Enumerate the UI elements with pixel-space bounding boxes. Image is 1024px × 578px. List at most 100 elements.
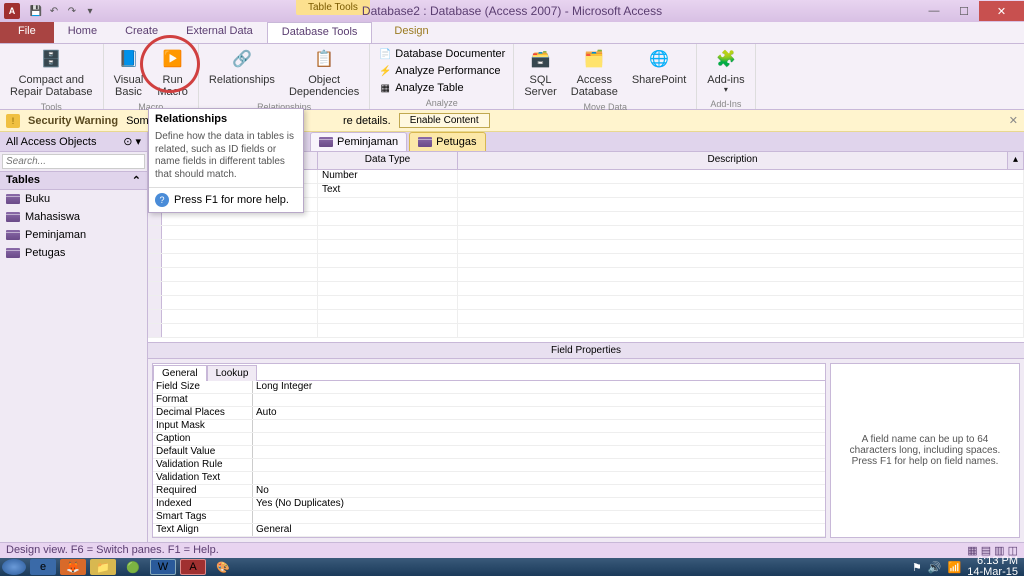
ribbon-tabs: File Home Create External Data Database …	[0, 22, 1024, 44]
prop-row[interactable]: Field SizeLong Integer	[153, 381, 825, 394]
undo-icon[interactable]: ↶	[46, 3, 62, 19]
grid-row[interactable]	[148, 240, 1024, 254]
help-icon: ?	[155, 193, 169, 207]
nav-item-mahasiswa[interactable]: Mahasiswa	[0, 208, 147, 226]
grid-row[interactable]	[148, 310, 1024, 324]
grid-row[interactable]	[148, 268, 1024, 282]
properties-help: A field name can be up to 64 characters …	[830, 363, 1020, 538]
sharepoint-button[interactable]: 🌐SharePoint	[628, 46, 690, 100]
group-label: Analyze	[376, 98, 507, 108]
grid-row[interactable]	[148, 324, 1024, 338]
ribbon-group-relationships: 🔗Relationships 📋Object Dependencies Rela…	[199, 44, 370, 109]
grid-row[interactable]	[148, 296, 1024, 310]
table-icon	[6, 248, 20, 258]
prop-row[interactable]: Default Value	[153, 446, 825, 459]
tab-external-data[interactable]: External Data	[172, 22, 267, 43]
grid-row[interactable]	[148, 226, 1024, 240]
tooltip-help: ?Press F1 for more help.	[149, 187, 303, 212]
close-icon[interactable]: ✕	[1009, 114, 1018, 127]
nav-header[interactable]: All Access Objects⊙ ▾	[0, 132, 147, 152]
nav-section-tables[interactable]: Tables⌃	[0, 171, 147, 190]
tab-design[interactable]: Design	[380, 22, 442, 43]
prop-row[interactable]: Validation Rule	[153, 459, 825, 472]
qat-dropdown-icon[interactable]: ▾	[82, 3, 98, 19]
tooltip-title: Relationships	[149, 109, 303, 129]
prop-row[interactable]: Input Mask	[153, 420, 825, 433]
title-bar: A 💾 ↶ ↷ ▾ Table Tools Database2 : Databa…	[0, 0, 1024, 22]
grid-row[interactable]	[148, 212, 1024, 226]
ribbon-group-move-data: 🗃️SQL Server 🗂️Access Database 🌐SharePoi…	[514, 44, 697, 109]
tray-clock[interactable]: 6:13 PM14-Mar-15	[967, 556, 1018, 578]
object-dependencies-button[interactable]: 📋Object Dependencies	[285, 46, 363, 100]
doc-tab-peminjaman[interactable]: Peminjaman	[310, 132, 407, 151]
prop-row[interactable]: Smart Tags	[153, 511, 825, 524]
grid-row[interactable]	[148, 254, 1024, 268]
taskbar-ie[interactable]: e	[30, 559, 56, 575]
col-description[interactable]: Description	[458, 152, 1008, 169]
nav-item-petugas[interactable]: Petugas	[0, 244, 147, 262]
taskbar-firefox[interactable]: 🦊	[60, 559, 86, 575]
table-icon	[418, 137, 432, 147]
access-icon: 🗂️	[582, 48, 606, 72]
database-icon: 🗄️	[39, 48, 63, 72]
close-button[interactable]: ✕	[979, 1, 1024, 21]
maximize-button[interactable]: ☐	[949, 1, 979, 21]
analyze-table-button[interactable]: ▦Analyze Table	[376, 80, 507, 96]
redo-icon[interactable]: ↷	[64, 3, 80, 19]
prop-row[interactable]: Format	[153, 394, 825, 407]
system-tray: ⚑ 🔊 📶 6:13 PM14-Mar-15	[912, 556, 1024, 578]
addins-button[interactable]: 🧩Add-ins▾	[703, 46, 748, 97]
relationships-tooltip: Relationships Define how the data in tab…	[148, 108, 304, 213]
col-data-type[interactable]: Data Type	[318, 152, 458, 169]
prop-row[interactable]: Decimal PlacesAuto	[153, 407, 825, 420]
visual-basic-button[interactable]: 📘Visual Basic	[110, 46, 148, 100]
doc-icon: 📄	[378, 47, 392, 61]
tab-home[interactable]: Home	[54, 22, 111, 43]
tray-flag-icon[interactable]: ⚑	[912, 561, 922, 574]
relationships-icon: 🔗	[230, 48, 254, 72]
taskbar-chrome[interactable]: 🟢	[120, 559, 146, 575]
prop-row[interactable]: Caption	[153, 433, 825, 446]
ribbon-group-analyze: 📄Database Documenter ⚡Analyze Performanc…	[370, 44, 514, 109]
doc-tab-petugas[interactable]: Petugas	[409, 132, 485, 151]
nav-search	[0, 152, 147, 171]
scrollbar-up[interactable]: ▴	[1008, 152, 1024, 169]
prop-row[interactable]: RequiredNo	[153, 485, 825, 498]
nav-item-buku[interactable]: Buku	[0, 190, 147, 208]
collapse-icon[interactable]: ⌃	[132, 174, 141, 187]
taskbar-paint[interactable]: 🎨	[210, 559, 236, 575]
prop-row[interactable]: Text AlignGeneral	[153, 524, 825, 537]
run-macro-button[interactable]: ▶️Run Macro	[153, 46, 192, 100]
taskbar-explorer[interactable]: 📁	[90, 559, 116, 575]
grid-row[interactable]	[148, 282, 1024, 296]
ribbon-group-addins: 🧩Add-ins▾ Add-Ins	[697, 44, 755, 109]
save-icon[interactable]: 💾	[28, 3, 44, 19]
contextual-tab-label: Table Tools	[296, 0, 370, 15]
compact-repair-button[interactable]: 🗄️Compact and Repair Database	[6, 46, 97, 100]
tray-network-icon[interactable]: 📶	[948, 561, 962, 574]
start-button[interactable]	[2, 559, 26, 575]
sql-server-button[interactable]: 🗃️SQL Server	[520, 46, 560, 100]
tab-file[interactable]: File	[0, 22, 54, 43]
tab-database-tools[interactable]: Database Tools	[267, 22, 373, 43]
access-database-button[interactable]: 🗂️Access Database	[567, 46, 622, 100]
minimize-button[interactable]: —	[919, 1, 949, 21]
dependencies-icon: 📋	[312, 48, 336, 72]
enable-content-button[interactable]: Enable Content	[399, 113, 490, 128]
database-documenter-button[interactable]: 📄Database Documenter	[376, 46, 507, 62]
tab-create[interactable]: Create	[111, 22, 172, 43]
prop-row[interactable]: Validation Text	[153, 472, 825, 485]
nav-item-peminjaman[interactable]: Peminjaman	[0, 226, 147, 244]
taskbar-access[interactable]: A	[180, 559, 206, 575]
prop-row[interactable]: IndexedYes (No Duplicates)	[153, 498, 825, 511]
relationships-button[interactable]: 🔗Relationships	[205, 46, 279, 100]
chevron-down-icon[interactable]: ⊙ ▾	[123, 135, 141, 148]
tab-general[interactable]: General	[153, 365, 207, 381]
table-icon	[6, 194, 20, 204]
taskbar-word[interactable]: W	[150, 559, 176, 575]
search-input[interactable]	[2, 154, 145, 169]
analyze-performance-button[interactable]: ⚡Analyze Performance	[376, 63, 507, 79]
tab-lookup[interactable]: Lookup	[207, 365, 258, 381]
tray-volume-icon[interactable]: 🔊	[928, 561, 942, 574]
window-title: Database2 : Database (Access 2007) - Mic…	[362, 4, 662, 18]
